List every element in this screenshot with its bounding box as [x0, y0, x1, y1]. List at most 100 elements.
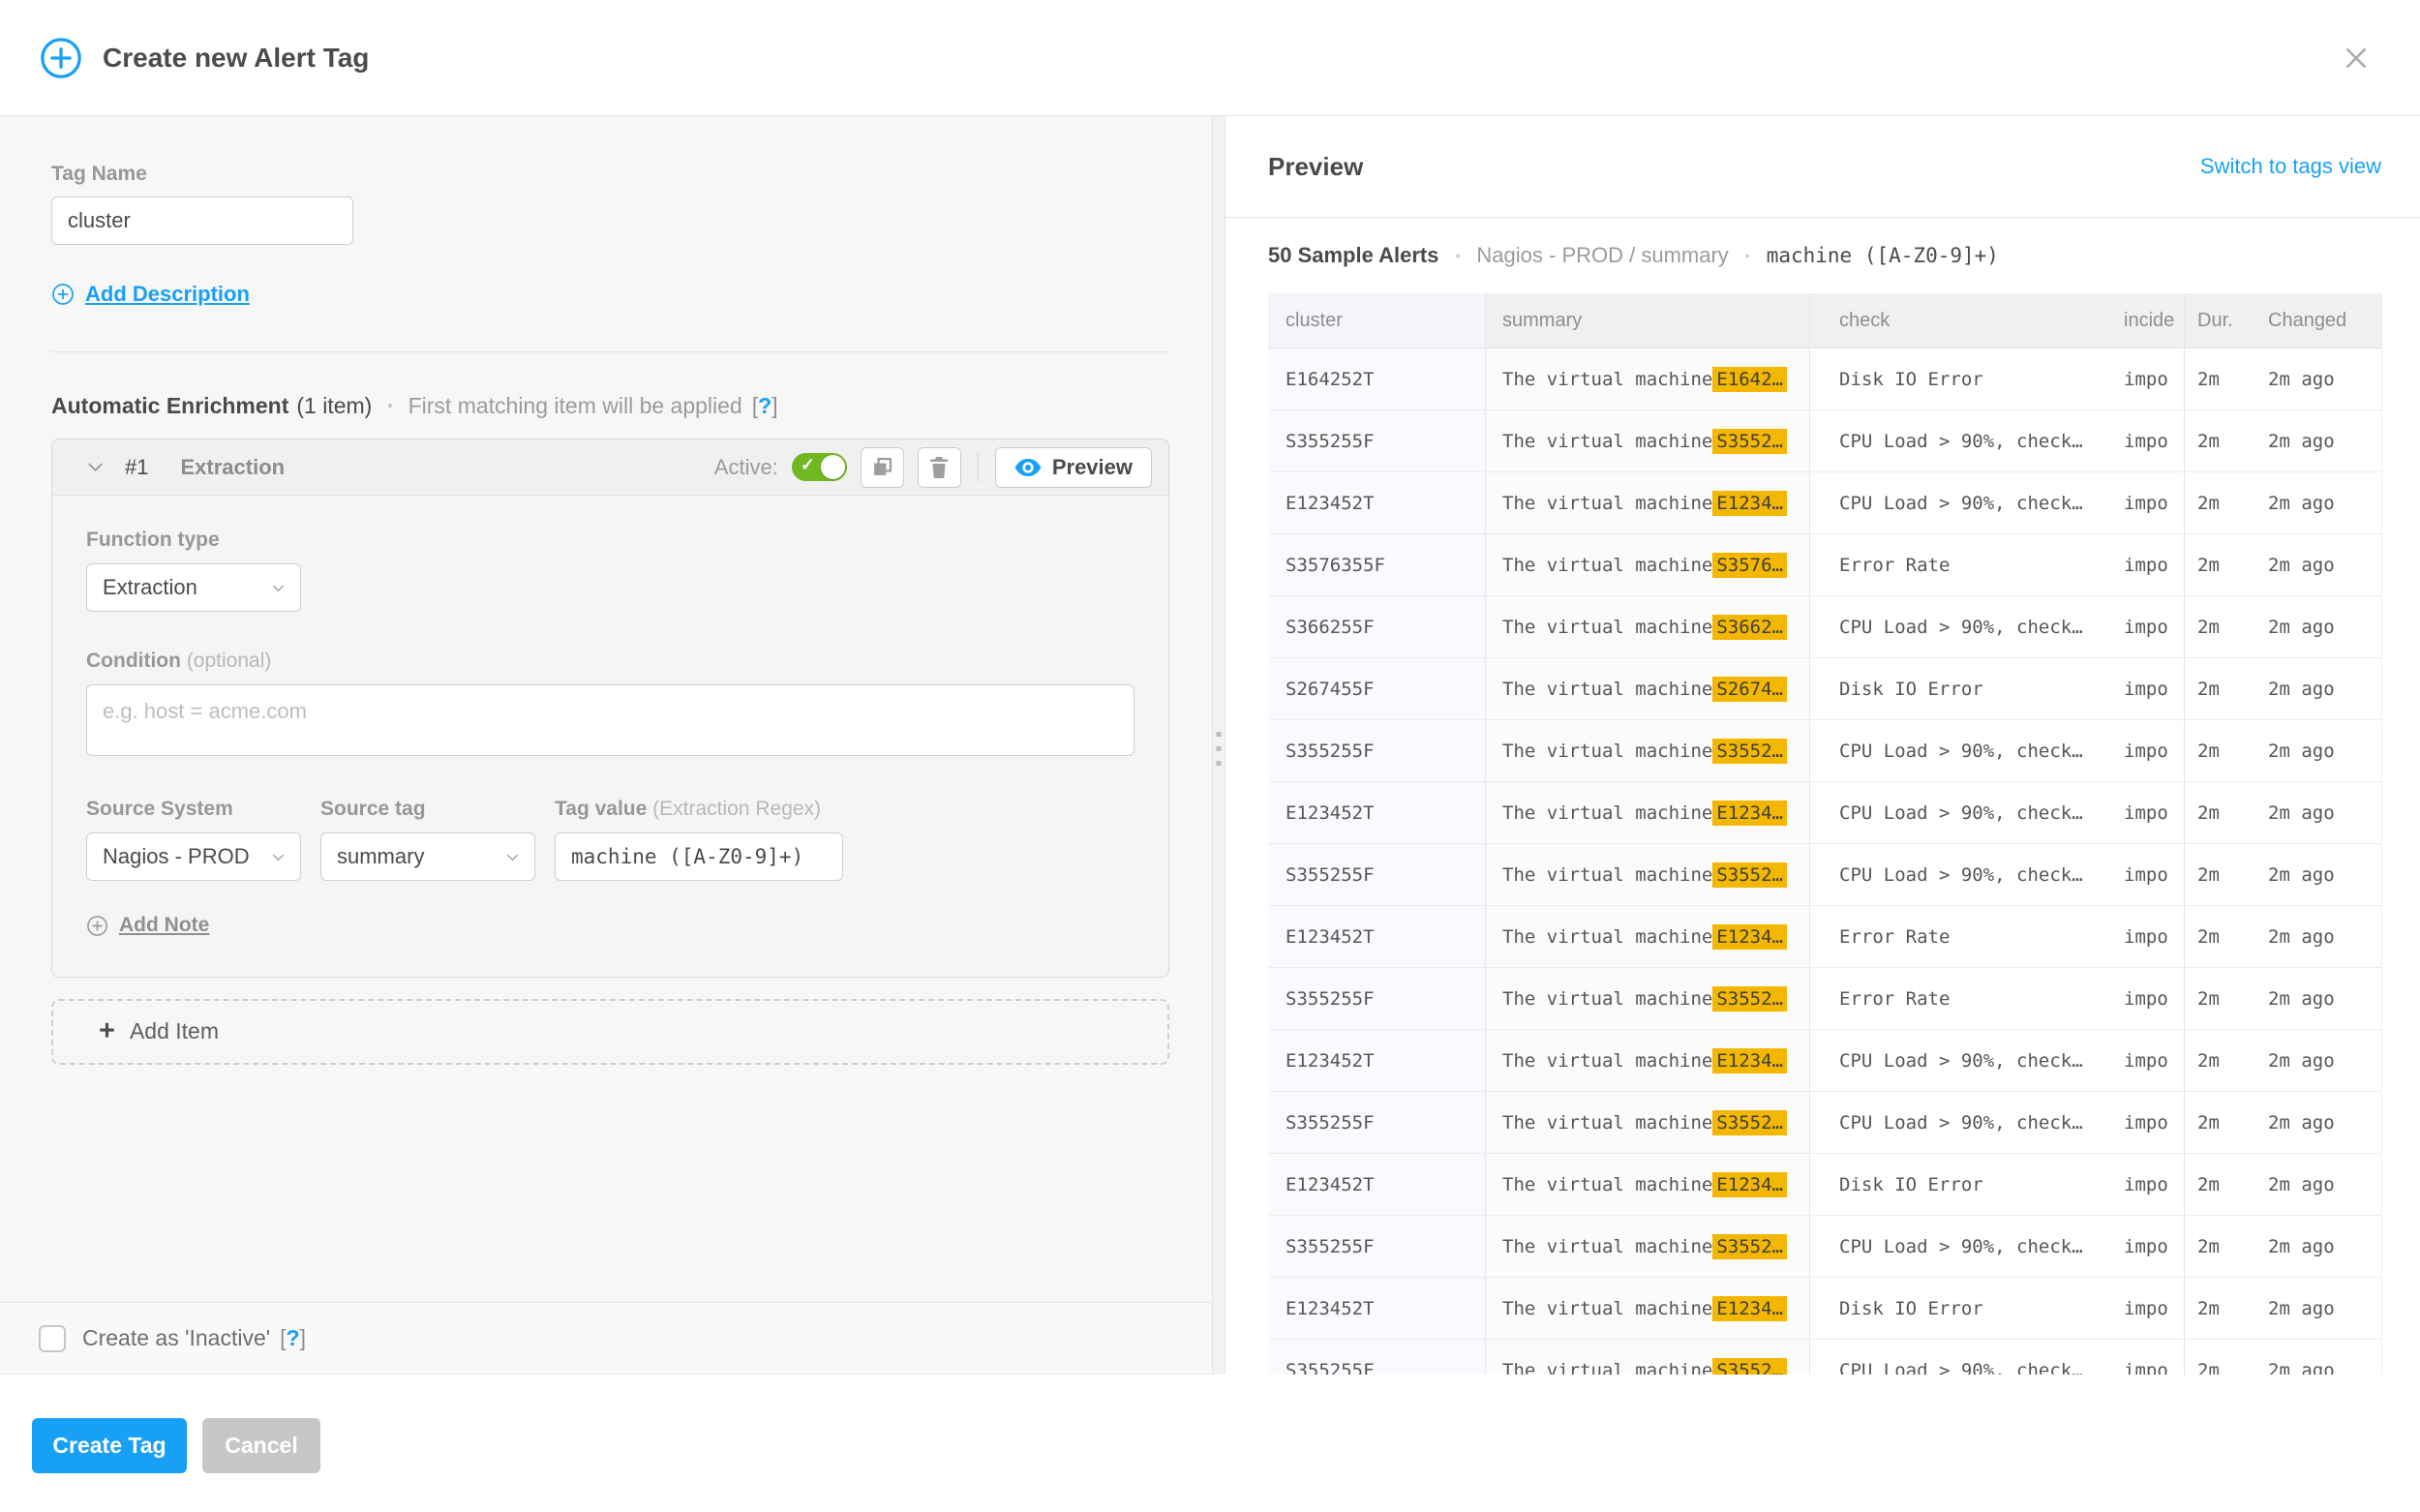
item-type-label: Extraction — [180, 455, 285, 480]
cell-summary: The virtual machine S3576… — [1485, 534, 1809, 595]
table-row[interactable]: E123452TThe virtual machine E1234…CPU Lo… — [1268, 1030, 2381, 1092]
table-row[interactable]: S355255FThe virtual machine S3552…CPU Lo… — [1268, 1340, 2381, 1375]
table-row[interactable]: E164252TThe virtual machine E1642…Disk I… — [1268, 348, 2381, 410]
highlighted-match: E1234… — [1712, 1296, 1787, 1321]
highlighted-match: S2674… — [1712, 677, 1787, 702]
switch-to-tags-view-link[interactable]: Switch to tags view — [2200, 154, 2381, 179]
cell-changed: 2m ago — [2255, 1278, 2381, 1339]
column-header-summary[interactable]: summary — [1485, 293, 1809, 348]
cell-incident: impo — [2110, 596, 2184, 657]
condition-label: Condition (optional) — [86, 649, 1134, 674]
highlighted-match: S3552… — [1712, 1234, 1787, 1259]
cell-check: CPU Load > 90%, check… — [1809, 720, 2110, 781]
cell-incident: impo — [2110, 1278, 2184, 1339]
cell-duration: 2m — [2184, 1030, 2255, 1091]
help-badge[interactable]: [?] — [752, 393, 778, 419]
table-row[interactable]: E123452TThe virtual machine E1234…Disk I… — [1268, 1278, 2381, 1340]
table-row[interactable]: E123452TThe virtual machine E1234…Error … — [1268, 906, 2381, 968]
cell-summary: The virtual machine S3552… — [1485, 1092, 1809, 1153]
column-header-incident[interactable]: incide — [2110, 293, 2184, 348]
delete-item-button[interactable] — [918, 447, 961, 488]
cell-incident: impo — [2110, 1030, 2184, 1091]
cell-summary: The virtual machine S3552… — [1485, 844, 1809, 905]
table-row[interactable]: E123452TThe virtual machine E1234…CPU Lo… — [1268, 472, 2381, 534]
table-row[interactable]: S366255FThe virtual machine S3662…CPU Lo… — [1268, 596, 2381, 658]
cell-incident: impo — [2110, 844, 2184, 905]
add-item-label: Add Item — [130, 1018, 219, 1044]
column-header-cluster[interactable]: cluster — [1268, 293, 1485, 348]
cell-summary: The virtual machine E1234… — [1485, 906, 1809, 967]
chevron-down-icon[interactable] — [84, 456, 106, 478]
source-system-value: Nagios - PROD — [103, 844, 250, 869]
cell-incident: impo — [2110, 782, 2184, 843]
trash-icon — [927, 455, 951, 480]
cell-cluster: S355255F — [1268, 1216, 1485, 1277]
cell-cluster: E123452T — [1268, 472, 1485, 533]
table-row[interactable]: S267455FThe virtual machine S2674…Disk I… — [1268, 658, 2381, 720]
source-tag-select[interactable]: summary — [320, 832, 535, 881]
close-icon[interactable] — [2336, 38, 2376, 78]
highlighted-match: S3552… — [1712, 986, 1787, 1012]
active-label: Active: — [714, 455, 778, 480]
active-toggle[interactable]: ✓ — [792, 453, 847, 481]
create-inactive-label: Create as 'Inactive' — [82, 1325, 270, 1351]
modal-footer: Create Tag Cancel — [0, 1375, 1212, 1512]
column-header-check[interactable]: check — [1809, 293, 2110, 348]
source-breadcrumb: Nagios - PROD / summary — [1476, 243, 1728, 268]
eye-icon — [1014, 458, 1042, 477]
cell-cluster: S366255F — [1268, 596, 1485, 657]
column-header-changed[interactable]: Changed — [2255, 293, 2381, 348]
tag-name-input[interactable] — [51, 197, 353, 245]
resize-handle[interactable] — [1212, 116, 1225, 1375]
cell-summary: The virtual machine E1234… — [1485, 1030, 1809, 1091]
highlighted-match: S3576… — [1712, 553, 1787, 578]
cell-duration: 2m — [2184, 1340, 2255, 1375]
plus-circle-icon — [86, 915, 108, 937]
copy-icon — [869, 454, 895, 480]
help-question-icon: ? — [758, 393, 771, 418]
help-badge[interactable]: [?] — [280, 1325, 306, 1351]
cell-check: CPU Load > 90%, check… — [1809, 410, 2110, 471]
table-row[interactable]: S355255FThe virtual machine S3552…CPU Lo… — [1268, 410, 2381, 472]
add-note-link[interactable]: Add Note — [86, 914, 209, 937]
highlighted-match: E1642… — [1712, 367, 1787, 392]
create-inactive-checkbox[interactable] — [39, 1325, 66, 1352]
create-tag-button[interactable]: Create Tag — [32, 1418, 187, 1473]
cell-incident: impo — [2110, 410, 2184, 471]
cell-changed: 2m ago — [2255, 348, 2381, 409]
table-row[interactable]: S355255FThe virtual machine S3552…CPU Lo… — [1268, 1092, 2381, 1154]
column-header-duration[interactable]: Dur. — [2184, 293, 2255, 348]
source-system-select[interactable]: Nagios - PROD — [86, 832, 301, 881]
cell-summary: The virtual machine E1234… — [1485, 1154, 1809, 1215]
dot-separator: • — [1456, 248, 1461, 263]
table-row[interactable]: S355255FThe virtual machine S3552…CPU Lo… — [1268, 844, 2381, 906]
cell-summary: The virtual machine S3552… — [1485, 410, 1809, 471]
add-description-link[interactable]: Add Description — [51, 282, 250, 307]
cell-changed: 2m ago — [2255, 410, 2381, 471]
add-item-button[interactable]: + Add Item — [51, 999, 1169, 1065]
table-row[interactable]: S355255FThe virtual machine S3552…CPU Lo… — [1268, 720, 2381, 782]
table-row[interactable]: S3576355FThe virtual machine S3576…Error… — [1268, 534, 2381, 596]
duplicate-item-button[interactable] — [861, 447, 904, 488]
modal-header: Create new Alert Tag — [0, 0, 2420, 116]
table-row[interactable]: S355255FThe virtual machine S3552…Error … — [1268, 968, 2381, 1030]
function-type-select[interactable]: Extraction — [86, 563, 301, 612]
preview-header: Preview Switch to tags view — [1225, 116, 2420, 218]
cancel-button[interactable]: Cancel — [202, 1418, 320, 1473]
cell-incident: impo — [2110, 1092, 2184, 1153]
table-row[interactable]: E123452TThe virtual machine E1234…Disk I… — [1268, 1154, 2381, 1216]
cell-changed: 2m ago — [2255, 1154, 2381, 1215]
table-row[interactable]: S355255FThe virtual machine S3552…CPU Lo… — [1268, 1216, 2381, 1278]
table-row[interactable]: E123452TThe virtual machine E1234…CPU Lo… — [1268, 782, 2381, 844]
highlighted-match: S3552… — [1712, 739, 1787, 764]
cell-check: Error Rate — [1809, 906, 2110, 967]
tag-value-input[interactable] — [555, 832, 843, 881]
cell-changed: 2m ago — [2255, 968, 2381, 1029]
condition-input[interactable] — [86, 684, 1134, 756]
chevron-down-icon — [503, 848, 522, 866]
highlighted-match: S3552… — [1712, 862, 1787, 888]
item-preview-button[interactable]: Preview — [995, 447, 1152, 488]
cell-incident: impo — [2110, 1216, 2184, 1277]
function-type-label: Function type — [86, 528, 1134, 553]
highlighted-match: E1234… — [1712, 491, 1787, 516]
